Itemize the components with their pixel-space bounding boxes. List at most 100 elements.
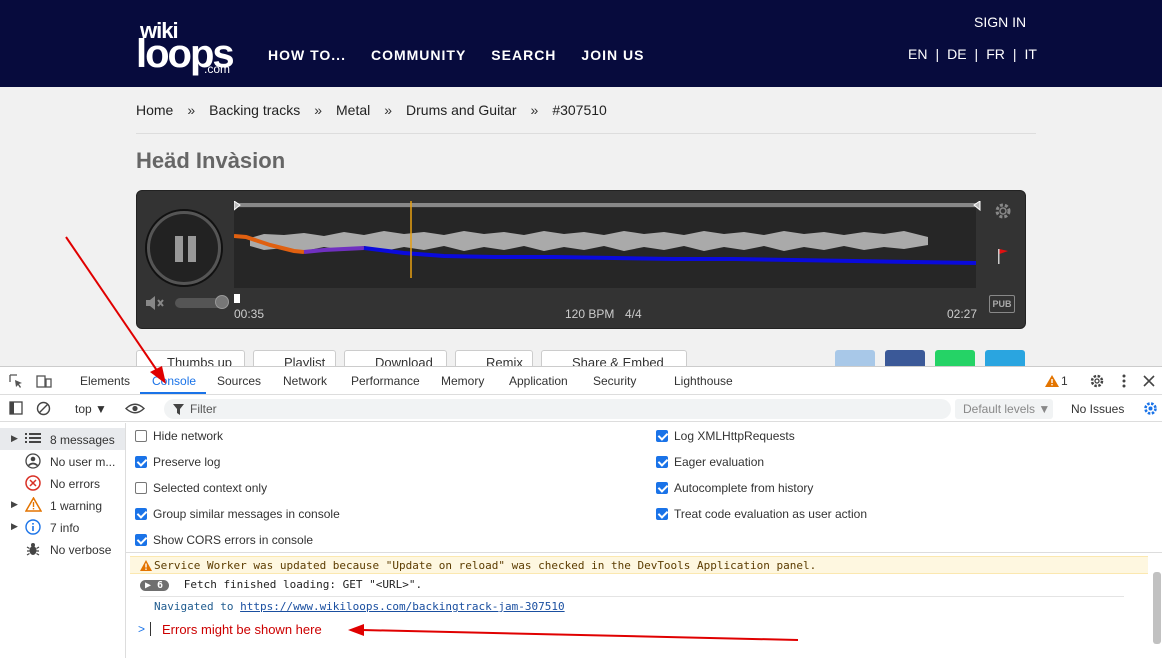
option-label: Log XMLHttpRequests [674,429,795,443]
settings-gear-icon[interactable] [1089,373,1105,389]
treat-code-eval-option[interactable]: Treat code evaluation as user action [656,507,867,521]
tab-application[interactable]: Application [509,374,568,388]
breadcrumb-metal[interactable]: Metal [336,102,370,118]
tab-security[interactable]: Security [593,374,636,388]
breadcrumb-drums-guitar[interactable]: Drums and Guitar [406,102,516,118]
audio-player: 00:35 120 BPM 4/4 02:27 PUB [136,190,1026,329]
device-toolbar-icon[interactable] [36,374,52,389]
console-scrollbar[interactable] [1153,572,1161,644]
tab-console[interactable]: Console [152,374,196,388]
option-label: Eager evaluation [674,455,765,469]
issues-button[interactable]: No Issues [1071,402,1124,416]
loop-end-handle[interactable] [973,201,981,212]
console-fetch-message[interactable]: ▶ 6 Fetch finished loading: GET "<URL>". [140,578,422,591]
more-options-icon[interactable] [1120,374,1128,388]
lang-fr[interactable]: FR [986,46,1005,62]
expand-caret[interactable]: ▶ [11,521,18,532]
show-cors-option[interactable]: Show CORS errors in console [135,533,313,547]
expand-caret[interactable]: ▶ [11,499,18,510]
treat-code-eval-checkbox[interactable] [656,508,668,520]
option-label: Selected context only [153,481,268,495]
breadcrumb-track-id: #307510 [552,102,607,118]
clear-console-icon[interactable] [36,401,51,416]
console-warning-message[interactable]: Service Worker was updated because "Upda… [130,556,1148,574]
tab-performance[interactable]: Performance [351,374,420,388]
lang-separator: | [935,46,940,62]
preserve-log-checkbox[interactable] [135,456,147,468]
inspect-element-icon[interactable] [9,374,24,389]
repeat-count-badge[interactable]: ▶ 6 [140,580,170,591]
close-devtools-icon[interactable] [1143,375,1155,387]
eager-evaluation-checkbox[interactable] [656,456,668,468]
autocomplete-checkbox[interactable] [656,482,668,494]
sign-in-link[interactable]: SIGN IN [974,14,1026,30]
breadcrumb-separator: » [187,102,196,118]
lang-de[interactable]: DE [947,46,966,62]
breadcrumb-backing-tracks[interactable]: Backing tracks [209,102,300,118]
filter-box [164,399,951,419]
sidebar-item-label: 8 messages [50,433,115,447]
log-xhr-checkbox[interactable] [656,430,668,442]
warning-count[interactable]: 1 [1061,374,1068,388]
gear-icon[interactable] [993,201,1013,221]
expand-caret[interactable]: ▶ [11,433,18,444]
sidebar-item-messages[interactable]: ▶ 8 messages [0,428,125,450]
whatsapp-share-button[interactable] [935,350,975,366]
breadcrumb-home[interactable]: Home [136,102,173,118]
loop-range-track[interactable] [234,203,976,207]
sidebar-item-errors[interactable]: No errors [0,472,125,494]
preserve-log-option[interactable]: Preserve log [135,455,220,469]
sidebar-item-warnings[interactable]: ▶ 1 warning [0,494,125,516]
sidebar-toggle-icon[interactable] [9,401,23,415]
sidebar-item-verbose[interactable]: No verbose [0,538,125,560]
sidebar-item-label: No user m... [50,455,116,469]
context-selector[interactable]: top ▼ [75,402,107,416]
selected-context-checkbox[interactable] [135,482,147,494]
eye-icon[interactable] [125,402,145,415]
loop-start-handle[interactable] [234,201,241,211]
selected-context-option[interactable]: Selected context only [135,481,267,495]
tab-network[interactable]: Network [283,374,327,388]
nav-community[interactable]: COMMUNITY [371,47,466,63]
tab-sources[interactable]: Sources [217,374,261,388]
hide-network-option[interactable]: Hide network [135,429,223,443]
social-share-button[interactable] [835,350,875,366]
volume-knob[interactable] [215,295,229,309]
playhead-marker [234,294,240,303]
tab-memory[interactable]: Memory [441,374,484,388]
lang-en[interactable]: EN [908,46,927,62]
pause-button[interactable] [147,211,221,285]
warning-icon[interactable] [1045,375,1059,387]
console-input-caret[interactable] [150,622,151,636]
filter-input[interactable] [190,401,890,417]
waveform-graphic[interactable] [234,201,982,301]
mute-icon[interactable] [145,295,165,311]
drums-track-line [363,246,977,265]
pause-icon [175,236,183,262]
log-levels-dropdown[interactable]: Default levels ▼ [955,399,1053,419]
eager-evaluation-option[interactable]: Eager evaluation [656,455,764,469]
annotation-text: Errors might be shown here [162,622,322,637]
sidebar-item-label: 1 warning [50,499,103,513]
wikiloops-logo[interactable]: wiki loops .com [136,14,246,76]
nav-join-us[interactable]: JOIN US [581,47,644,63]
hide-network-checkbox[interactable] [135,430,147,442]
facebook-share-button[interactable] [885,350,925,366]
lang-it[interactable]: IT [1025,46,1037,62]
navigated-url-link[interactable]: https://www.wikiloops.com/backingtrack-j… [240,600,565,613]
warning-text: Service Worker was updated because "Upda… [154,559,817,572]
group-similar-checkbox[interactable] [135,508,147,520]
nav-search[interactable]: SEARCH [491,47,556,63]
log-xhr-option[interactable]: Log XMLHttpRequests [656,429,795,443]
autocomplete-option[interactable]: Autocomplete from history [656,481,813,495]
nav-how-to[interactable]: HOW TO... [268,47,346,63]
tab-lighthouse[interactable]: Lighthouse [674,374,733,388]
sidebar-item-user-messages[interactable]: No user m... [0,450,125,472]
sidebar-item-info[interactable]: ▶ 7 info [0,516,125,538]
tab-elements[interactable]: Elements [80,374,130,388]
group-similar-option[interactable]: Group similar messages in console [135,507,340,521]
show-cors-checkbox[interactable] [135,534,147,546]
flag-icon[interactable] [997,247,1009,265]
console-settings-icon[interactable] [1143,401,1158,416]
telegram-share-button[interactable] [985,350,1025,366]
